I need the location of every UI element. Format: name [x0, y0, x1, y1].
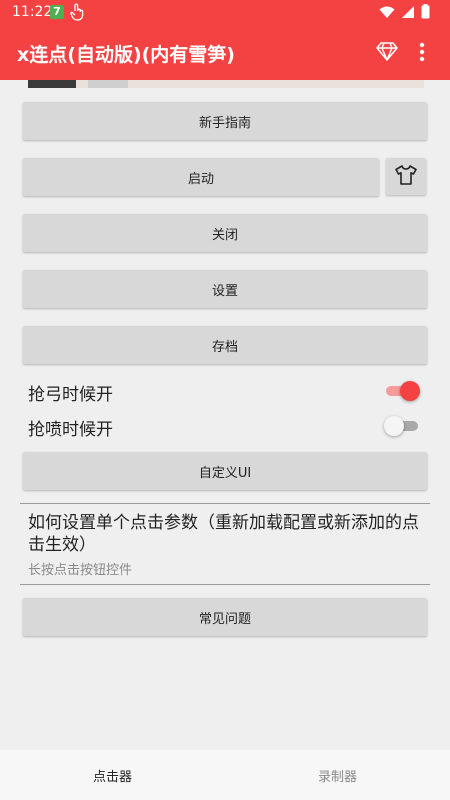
signal-icon — [401, 5, 415, 23]
divider-bottom — [20, 584, 430, 585]
divider-top — [20, 503, 430, 504]
info-title: 如何设置单个点击参数（重新加载配置或新添加的点击生效） — [28, 513, 419, 555]
settings-button[interactable]: 设置 — [23, 270, 427, 308]
tshirt-icon — [394, 164, 418, 190]
banner-image — [28, 80, 424, 88]
battery-icon — [421, 4, 430, 23]
bottom-navigation: 点击器 录制器 — [0, 750, 450, 800]
guide-button[interactable]: 新手指南 — [23, 102, 427, 140]
status-bar: 11:22 7 — [0, 0, 450, 25]
skin-button[interactable] — [386, 158, 426, 195]
info-subtitle: 长按点击按钮控件 — [28, 563, 133, 578]
notification-badge: 7 — [50, 5, 64, 19]
touch-icon — [70, 3, 84, 25]
custom-ui-button[interactable]: 自定义UI — [23, 452, 427, 490]
toggle-spray-label: 抢喷时候开 — [28, 420, 113, 440]
close-button[interactable]: 关闭 — [23, 214, 427, 252]
start-button[interactable]: 启动 — [23, 158, 379, 196]
tab-clicker[interactable]: 点击器 — [0, 750, 225, 800]
app-title: x连点(自动版)(内有雪笋) — [17, 44, 235, 66]
app-bar: x连点(自动版)(内有雪笋) — [0, 25, 450, 80]
toggle-spray-switch[interactable] — [384, 416, 420, 436]
faq-button[interactable]: 常见问题 — [23, 598, 427, 636]
status-time: 11:22 — [12, 4, 53, 20]
tab-recorder[interactable]: 录制器 — [225, 750, 450, 800]
toggle-bow-switch[interactable] — [384, 381, 420, 401]
wifi-icon — [379, 5, 395, 23]
toggle-bow-label: 抢弓时候开 — [28, 385, 113, 405]
more-vert-icon[interactable] — [419, 42, 425, 66]
gem-icon[interactable] — [376, 42, 398, 66]
save-button[interactable]: 存档 — [23, 326, 427, 364]
